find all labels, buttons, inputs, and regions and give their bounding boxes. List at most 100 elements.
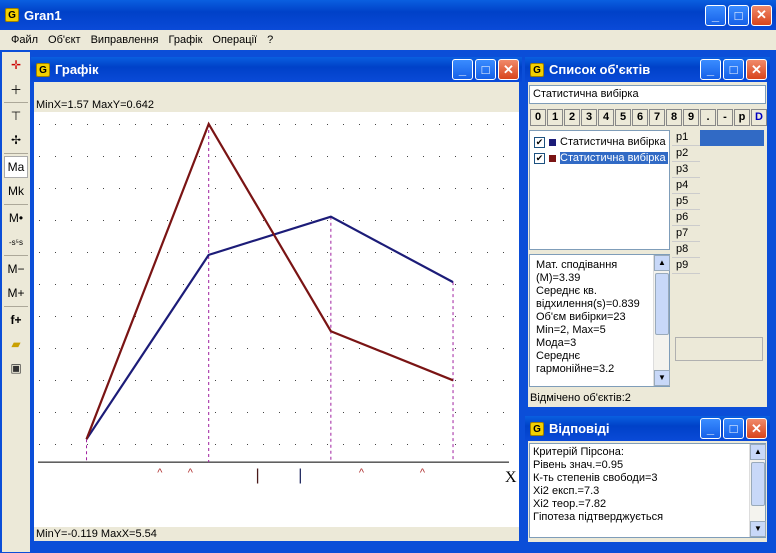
grid-dot <box>455 284 456 285</box>
stats-scrollbar[interactable]: ▲ ▼ <box>653 255 670 386</box>
objects-maximize-button[interactable]: □ <box>723 59 744 80</box>
digit-button-8[interactable]: 8 <box>666 109 682 126</box>
ma-icon[interactable]: Ma <box>4 156 28 178</box>
scroll-up-icon[interactable]: ▲ <box>654 255 670 271</box>
grid-dot <box>455 220 456 221</box>
line-chart: X ^ ^ | | ^ ^ <box>38 121 517 486</box>
object-checkbox[interactable]: ✔ <box>534 136 545 148</box>
digit-button-7[interactable]: 7 <box>649 109 665 126</box>
axis-diag-icon[interactable]: ✢ <box>4 129 28 151</box>
grid-dot <box>215 348 216 349</box>
grid-dot <box>503 284 504 285</box>
param-value-field[interactable] <box>700 130 764 146</box>
object-name-input[interactable]: Статистична вибірка <box>529 85 766 104</box>
grid-dot <box>55 220 56 221</box>
object-checkbox[interactable]: ✔ <box>534 152 545 164</box>
axis-red-icon[interactable]: ✛ <box>4 54 28 76</box>
minus-button[interactable]: - <box>717 109 733 126</box>
param-row[interactable]: p9 <box>672 258 700 274</box>
answers-maximize-button[interactable]: □ <box>723 418 744 439</box>
graph-bottom-bar: MinY=-0.119 MaxX=5.54 <box>34 527 519 541</box>
answer-line: Рівень знач.=0.95 <box>533 459 624 471</box>
answer-line: Критерій Пірсона: <box>533 446 624 458</box>
maximize-button[interactable]: □ <box>728 4 749 26</box>
grid-dot <box>151 252 152 253</box>
grid-dot <box>87 380 88 381</box>
grid-dot <box>359 188 360 189</box>
scroll-down-icon[interactable]: ▼ <box>654 370 670 386</box>
scroll-thumb[interactable] <box>655 273 669 335</box>
answers-minimize-button[interactable]: _ <box>700 418 721 439</box>
digit-button-5[interactable]: 5 <box>615 109 631 126</box>
graph-maximize-button[interactable]: □ <box>475 59 496 80</box>
answers-scrollbar[interactable]: ▲ ▼ <box>749 444 766 537</box>
grid-dot <box>151 348 152 349</box>
digit-button-2[interactable]: 2 <box>564 109 580 126</box>
crosshair-icon[interactable]: ＋ <box>4 78 28 100</box>
grid-dot <box>135 156 136 157</box>
mk-icon[interactable]: Mk <box>4 180 28 202</box>
minimize-button[interactable]: _ <box>705 4 726 26</box>
digit-button-0[interactable]: 0 <box>530 109 546 126</box>
param-row[interactable]: p1 <box>672 130 700 146</box>
menu-file[interactable]: Файл <box>6 34 43 46</box>
grid-dot <box>503 220 504 221</box>
digit-button-1[interactable]: 1 <box>547 109 563 126</box>
param-row[interactable]: p4 <box>672 178 700 194</box>
grid-dot <box>375 252 376 253</box>
menu-operations[interactable]: Операції <box>207 34 262 46</box>
scroll-up-icon[interactable]: ▲ <box>750 444 766 460</box>
object-list-item[interactable]: ✔ Статистична вибірка <box>530 134 669 150</box>
menu-help[interactable]: ? <box>262 34 278 46</box>
graph-canvas[interactable]: X ^ ^ | | ^ ^ <box>34 112 519 527</box>
answers-close-button[interactable]: ✕ <box>746 418 767 439</box>
dot-button[interactable]: . <box>700 109 716 126</box>
digit-button-3[interactable]: 3 <box>581 109 597 126</box>
param-row[interactable]: p7 <box>672 226 700 242</box>
param-row[interactable]: p5 <box>672 194 700 210</box>
grid-dot <box>471 348 472 349</box>
graph-close-button[interactable]: ✕ <box>498 59 519 80</box>
open-folder-icon[interactable]: ▰ <box>4 333 28 355</box>
stats-line: Мода=3 <box>536 337 577 349</box>
grid-dot <box>439 284 440 285</box>
menu-graph[interactable]: Графік <box>164 34 208 46</box>
close-button[interactable]: ✕ <box>751 4 772 26</box>
d-button[interactable]: D <box>751 109 767 126</box>
m-plus-icon[interactable]: M+ <box>4 282 28 304</box>
param-row[interactable]: p2 <box>672 146 700 162</box>
object-list-item[interactable]: ✔ Статистична вибірка <box>530 150 669 166</box>
param-edit-field[interactable] <box>675 337 763 361</box>
grid-dot <box>311 252 312 253</box>
grid-dot <box>327 220 328 221</box>
app-titlebar: G Gran1 _ □ ✕ <box>0 0 776 30</box>
grid-dot <box>199 444 200 445</box>
digit-button-6[interactable]: 6 <box>632 109 648 126</box>
objects-minimize-button[interactable]: _ <box>700 59 721 80</box>
grid-dot <box>407 412 408 413</box>
scroll-down-icon[interactable]: ▼ <box>750 521 766 537</box>
grid-dot <box>343 156 344 157</box>
grid-dot <box>87 220 88 221</box>
m-minus-icon[interactable]: M− <box>4 258 28 280</box>
m-dot-icon[interactable]: M• <box>4 207 28 229</box>
p-button[interactable]: p <box>734 109 750 126</box>
save-icon[interactable]: ▣ <box>4 357 28 379</box>
f-plus-icon[interactable]: f+ <box>4 309 28 331</box>
grid-dot <box>199 412 200 413</box>
menu-edit[interactable]: Виправлення <box>86 34 164 46</box>
axis-t-icon[interactable]: ⊤ <box>4 105 28 127</box>
grid-dot <box>311 348 312 349</box>
stats-icon[interactable]: -s⁵s <box>4 231 28 253</box>
param-row[interactable]: p8 <box>672 242 700 258</box>
param-row[interactable]: p6 <box>672 210 700 226</box>
menu-object[interactable]: Об'єкт <box>43 34 86 46</box>
digit-button-9[interactable]: 9 <box>683 109 699 126</box>
graph-minimize-button[interactable]: _ <box>452 59 473 80</box>
grid-dot <box>103 188 104 189</box>
param-row[interactable]: p3 <box>672 162 700 178</box>
digit-button-4[interactable]: 4 <box>598 109 614 126</box>
objects-close-button[interactable]: ✕ <box>746 59 767 80</box>
grid-dot <box>311 124 312 125</box>
scroll-thumb[interactable] <box>751 462 765 506</box>
